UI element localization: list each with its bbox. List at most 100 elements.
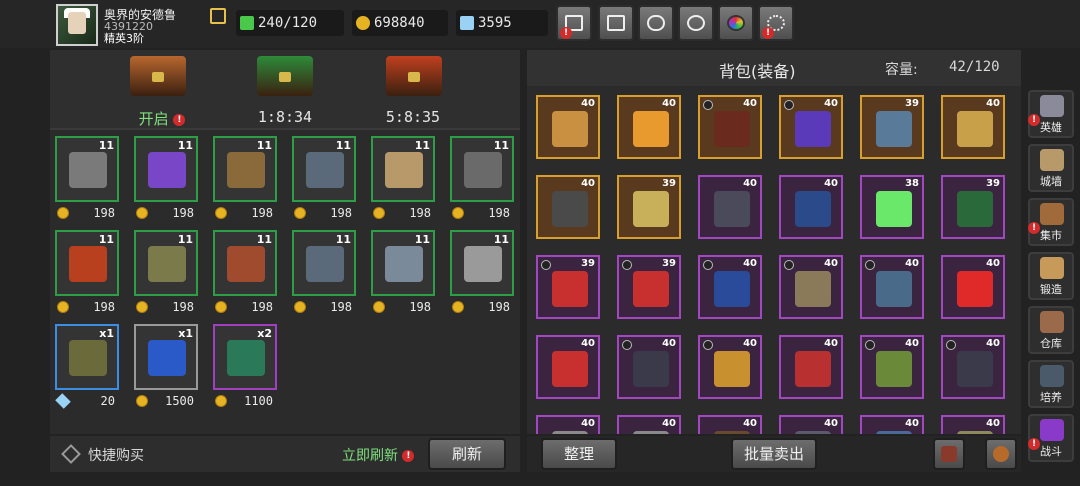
price-value: 198 (93, 300, 115, 314)
bag-slot[interactable]: 40 (941, 255, 1005, 319)
bag-slot[interactable]: 40 (779, 95, 843, 159)
diamond-outline-icon[interactable] (61, 444, 81, 464)
bag-slot[interactable]: 40 (779, 415, 843, 434)
bag-footer: 整理 批量卖出 (527, 436, 1021, 472)
item-quantity: 11 (256, 139, 272, 152)
bag-slot[interactable]: 40 (941, 415, 1005, 434)
nav-wall[interactable]: 城墙 (1028, 144, 1074, 192)
bag-slot[interactable]: 40 (536, 415, 600, 434)
chest-2[interactable] (257, 56, 313, 96)
bag-slot[interactable]: 40 (779, 255, 843, 319)
bag-slot[interactable]: 39 (617, 175, 681, 239)
nav-warehouse[interactable]: 仓库 (1028, 306, 1074, 354)
bag-slot[interactable]: 39 (536, 255, 600, 319)
shop-item[interactable]: 11 (55, 230, 119, 296)
equipment-icon (714, 431, 750, 434)
nav-anvil[interactable]: 锻造 (1028, 252, 1074, 300)
bag-slot[interactable]: 40 (617, 415, 681, 434)
alert-badge: ! (1028, 438, 1040, 450)
item-quantity: x1 (99, 327, 114, 340)
equipment-icon (876, 351, 912, 387)
nav-market[interactable]: 集市! (1028, 198, 1074, 246)
bag-slot[interactable]: 40 (941, 335, 1005, 399)
sort-button[interactable]: 整理 (541, 438, 617, 470)
player-avatar[interactable] (56, 4, 98, 46)
bag-slot[interactable]: 38 (860, 175, 924, 239)
shop-item[interactable]: 11 (134, 230, 198, 296)
shop-item[interactable]: 11 (292, 136, 356, 202)
shop-item[interactable]: x2 (213, 324, 277, 390)
bag-slot[interactable]: 40 (536, 335, 600, 399)
color-button[interactable] (718, 5, 754, 41)
item-art-icon (306, 246, 344, 282)
chest-3-timer: 5:8:35 (385, 108, 441, 126)
item-art-icon (385, 246, 423, 282)
armor-filter-button[interactable] (933, 438, 965, 470)
nav-battle-portal[interactable]: 战斗! (1028, 414, 1074, 462)
shop-item[interactable]: 11 (450, 230, 514, 296)
bag-slot[interactable]: 40 (860, 335, 924, 399)
refresh-button[interactable]: 刷新 (428, 438, 506, 470)
bag-filter-button[interactable] (985, 438, 1017, 470)
price-value: 198 (409, 300, 431, 314)
equipment-icon (714, 191, 750, 227)
shop-item[interactable]: 11 (213, 230, 277, 296)
mail-button[interactable] (598, 5, 634, 41)
shop-item[interactable]: 11 (371, 230, 435, 296)
bag-slot[interactable]: 39 (941, 175, 1005, 239)
shop-item[interactable]: x1 (55, 324, 119, 390)
price-value: 198 (93, 206, 115, 220)
item-level: 40 (824, 258, 838, 269)
bag-slot[interactable]: 40 (779, 335, 843, 399)
equipment-icon (795, 431, 831, 434)
nav-hero-helmet[interactable]: 英雄! (1028, 90, 1074, 138)
bag-slot[interactable]: 40 (941, 95, 1005, 159)
equipment-icon (633, 431, 669, 434)
bag-slot[interactable]: 39 (860, 95, 924, 159)
bag-slot[interactable]: 40 (779, 175, 843, 239)
bag-slot[interactable]: 39 (617, 255, 681, 319)
shop-item[interactable]: 11 (450, 136, 514, 202)
shop-item[interactable]: 11 (371, 136, 435, 202)
bag-slot[interactable]: 40 (698, 415, 762, 434)
bulk-sell-button[interactable]: 批量卖出 (731, 438, 817, 470)
quick-buy-label[interactable]: 快捷购买 (88, 445, 144, 465)
item-art-icon (148, 340, 186, 376)
alert-badge: ! (762, 27, 774, 39)
bag-slot[interactable]: 40 (698, 335, 762, 399)
equipped-ring-icon (703, 260, 713, 270)
item-art-icon (148, 152, 186, 188)
bag-slot[interactable]: 40 (698, 255, 762, 319)
bag-slot[interactable]: 40 (860, 415, 924, 434)
edit-icon[interactable] (210, 8, 226, 24)
item-price: 198 (371, 206, 435, 220)
chest-1-label[interactable]: 开启 ! (107, 108, 217, 129)
bag-slot[interactable]: 40 (536, 95, 600, 159)
bag-slot[interactable]: 40 (860, 255, 924, 319)
bag-slot[interactable]: 40 (698, 95, 762, 159)
item-quantity: 11 (256, 233, 272, 246)
shop-item[interactable]: x1 (134, 324, 198, 390)
item-price: 198 (371, 300, 435, 314)
settings-button[interactable] (678, 5, 714, 41)
bag-slot[interactable]: 40 (617, 95, 681, 159)
equipment-icon (876, 271, 912, 307)
shop-item[interactable]: 11 (134, 136, 198, 202)
item-level: 39 (986, 178, 1000, 189)
gamepad-button[interactable] (638, 5, 674, 41)
shop-item[interactable]: 11 (213, 136, 277, 202)
item-level: 40 (824, 178, 838, 189)
shop-cart-button[interactable]: ! (556, 5, 592, 41)
chest-3[interactable] (386, 56, 442, 96)
chest-1[interactable] (130, 56, 186, 96)
market-icon (1040, 203, 1064, 225)
fireworks-button[interactable]: ! (758, 5, 794, 41)
nav-train[interactable]: 培养 (1028, 360, 1074, 408)
bag-slot[interactable]: 40 (536, 175, 600, 239)
shop-item[interactable]: 11 (292, 230, 356, 296)
bag-slot[interactable]: 40 (698, 175, 762, 239)
shop-footer: 快捷购买 立即刷新 ! 刷新 (50, 436, 520, 472)
refresh-now-label[interactable]: 立即刷新 ! (342, 445, 415, 465)
shop-item[interactable]: 11 (55, 136, 119, 202)
bag-slot[interactable]: 40 (617, 335, 681, 399)
